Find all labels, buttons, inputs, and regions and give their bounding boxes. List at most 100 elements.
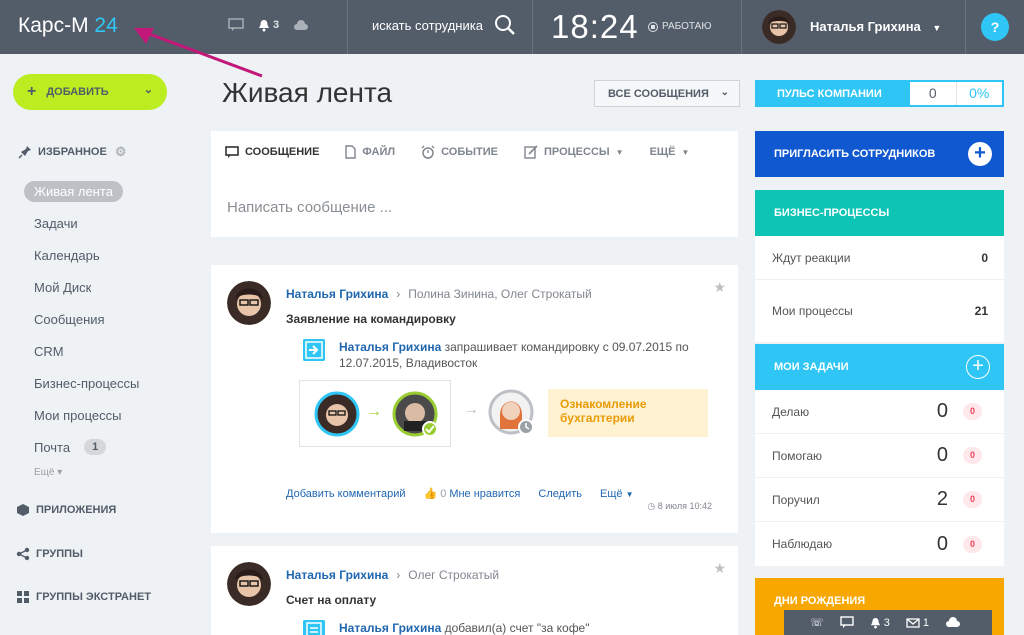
post-title: Счет на оплату (286, 593, 377, 607)
sidebar-section-groups[interactable]: ГРУППЫ (16, 547, 83, 561)
sidebar-item-calendar[interactable]: Календарь (24, 239, 184, 271)
recipients[interactable]: Полина Зинина, Олег Строкатый (408, 287, 591, 301)
divider (965, 0, 966, 54)
tab-label: ПРОЦЕССЫ (543, 146, 610, 158)
company-logo[interactable]: Карс-М 24 (18, 14, 118, 38)
divider (741, 0, 742, 54)
message-input[interactable]: Написать сообщение ... (227, 199, 392, 216)
sidebar-more-link[interactable]: Ещё ▾ (34, 467, 62, 478)
sidebar-item-crm[interactable]: CRM (24, 335, 184, 367)
cloud-icon[interactable] (945, 617, 961, 628)
sidebar-menu: Живая лента Задачи Календарь Мой Диск Со… (24, 175, 184, 463)
list-item[interactable]: Помогаю 0 0 (755, 434, 1004, 478)
work-status-label: РАБОТАЮ (662, 21, 712, 32)
help-button[interactable]: ? (981, 13, 1009, 41)
my-tasks-list: Делаю 0 0 Помогаю 0 0 Поручил 2 0 Наблюдаю 0 0 (755, 390, 1004, 566)
sidebar-item-label: CRM (34, 343, 64, 359)
row-badge: 0 (963, 491, 982, 508)
author-link[interactable]: Наталья Грихина (286, 568, 388, 582)
caret-down-icon: ▼ (625, 489, 634, 499)
sidebar-item-business-processes[interactable]: Бизнес-процессы (24, 367, 184, 399)
notifications-button[interactable]: 3 (870, 617, 890, 629)
business-processes-header[interactable]: БИЗНЕС-ПРОЦЕССЫ (755, 190, 1004, 236)
sidebar-item-label: Бизнес-процессы (34, 375, 140, 391)
recipients[interactable]: Олег Строкатый (408, 568, 499, 582)
participant-avatar[interactable] (392, 391, 442, 441)
work-status-button[interactable]: РАБОТАЮ (648, 21, 711, 32)
search-icon[interactable] (494, 14, 516, 36)
process-arrow-icon (303, 339, 325, 361)
tab-label: ЕЩЁ (649, 146, 676, 158)
tab-processes[interactable]: ПРОЦЕССЫ ▼ (524, 145, 624, 159)
message-filter-select[interactable]: ВСЕ СООБЩЕНИЯ ⌄ (594, 80, 740, 107)
mail-count: 1 (922, 616, 930, 629)
gear-icon[interactable]: ⚙ (115, 144, 127, 160)
section-label: ГРУППЫ ЭКСТРАНЕТ (36, 591, 152, 603)
list-item[interactable]: Ждут реакции 0 (755, 236, 1004, 280)
mail-button[interactable]: 1 (906, 617, 929, 629)
my-tasks-header[interactable]: МОИ ЗАДАЧИ + (755, 344, 1004, 390)
business-process-block: Наталья Грихина запрашивает командировку… (303, 339, 713, 371)
sidebar-item-label: Задачи (34, 215, 78, 231)
row-badge: 0 (963, 447, 982, 464)
tab-message[interactable]: СООБЩЕНИЕ (225, 145, 319, 159)
phone-icon[interactable]: ☏ (810, 616, 824, 629)
like-button[interactable]: 👍 0 Мне нравится (423, 487, 520, 501)
sidebar-section-extranet-groups[interactable]: ГРУППЫ ЭКСТРАНЕТ (16, 590, 151, 604)
search-input[interactable]: искать сотрудника (372, 18, 483, 33)
cloud-icon[interactable] (293, 19, 309, 31)
star-icon[interactable]: ★ (713, 279, 726, 296)
business-processes-list: Ждут реакции 0 Мои процессы 21 (755, 236, 1004, 342)
plus-circle-icon: + (968, 142, 992, 166)
participant-avatar[interactable] (314, 391, 360, 437)
sidebar-item-my-drive[interactable]: Мой Диск (24, 271, 184, 303)
sidebar-item-live-feed[interactable]: Живая лента (24, 175, 184, 207)
user-name: Наталья Грихина (810, 19, 921, 34)
file-icon (345, 145, 357, 159)
row-value: 0 (936, 400, 948, 422)
list-item[interactable]: Мои процессы 21 (755, 280, 1004, 342)
user-avatar[interactable] (762, 10, 796, 44)
add-comment-link[interactable]: Добавить комментарий (286, 488, 405, 500)
logo-number: 24 (94, 14, 118, 37)
follow-link[interactable]: Следить (538, 488, 582, 500)
tab-more[interactable]: ЕЩЁ ▼ (650, 145, 690, 159)
alarm-clock-icon (421, 145, 435, 159)
sidebar-item-tasks[interactable]: Задачи (24, 207, 184, 239)
row-label: Мои процессы (772, 304, 853, 318)
messenger-bar: ☏ 3 1 (784, 610, 992, 635)
add-button[interactable]: + ДОБАВИТЬ ⌄ (13, 74, 167, 110)
author-avatar[interactable] (227, 562, 271, 606)
tab-file[interactable]: ФАЙЛ (345, 145, 395, 159)
pulse-label: ПУЛЬС КОМПАНИИ (777, 87, 882, 100)
invite-employees-button[interactable]: ПРИГЛАСИТЬ СОТРУДНИКОВ + (755, 131, 1004, 177)
bp-author-link[interactable]: Наталья Грихина (339, 340, 441, 354)
tasks-header-label: МОИ ЗАДАЧИ (774, 361, 849, 373)
author-link[interactable]: Наталья Грихина (286, 287, 388, 301)
mail-count-badge: 1 (84, 439, 107, 455)
author-avatar[interactable] (227, 281, 271, 325)
sidebar-section-apps[interactable]: ПРИЛОЖЕНИЯ (16, 503, 116, 517)
list-item[interactable]: Поручил 2 0 (755, 478, 1004, 522)
post-header: Наталья Грихина › Олег Строкатый (286, 568, 499, 582)
sidebar-item-my-processes[interactable]: Мои процессы (24, 399, 184, 431)
birthdays-label: ДНИ РОЖДЕНИЯ (774, 595, 866, 607)
list-item[interactable]: Наблюдаю 0 0 (755, 522, 1004, 566)
chat-icon[interactable] (840, 616, 854, 629)
user-menu[interactable]: Наталья Грихина ▼ (810, 19, 941, 34)
star-icon[interactable]: ★ (713, 560, 726, 577)
sidebar-item-mail[interactable]: Почта 1 (24, 431, 184, 463)
sidebar-item-messages[interactable]: Сообщения (24, 303, 184, 335)
add-task-plus-icon[interactable]: + (966, 355, 990, 379)
post-header: Наталья Грихина › Полина Зинина, Олег Ст… (286, 287, 592, 301)
date-label: 8 июля 10:42 (657, 501, 712, 511)
tab-event[interactable]: СОБЫТИЕ (421, 145, 498, 159)
participant-avatar[interactable] (488, 389, 538, 439)
favorites-header[interactable]: ИЗБРАННОЕ ⚙ (18, 144, 126, 160)
clock: 18:24 (551, 8, 639, 45)
more-actions-link[interactable]: Ещё ▼ (600, 488, 634, 500)
company-pulse[interactable]: ПУЛЬС КОМПАНИИ 0 0% (755, 80, 1004, 107)
list-item[interactable]: Делаю 0 0 (755, 390, 1004, 434)
bp-author-link[interactable]: Наталья Грихина (339, 621, 441, 635)
row-value: 2 (936, 488, 948, 510)
